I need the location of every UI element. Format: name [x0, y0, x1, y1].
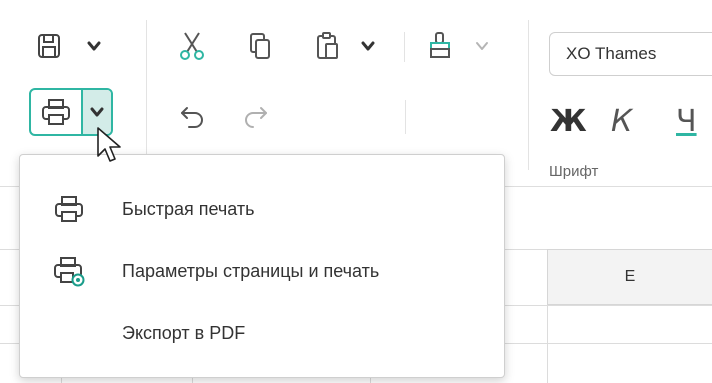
- save-dropdown-button[interactable]: [82, 30, 106, 62]
- printer-icon: [42, 99, 70, 125]
- font-name-value: XO Thames: [566, 44, 657, 63]
- printer-settings-icon: [51, 253, 87, 289]
- undo-button[interactable]: [176, 100, 208, 132]
- separator: [404, 32, 405, 62]
- menu-item-label: Экспорт в PDF: [122, 322, 246, 343]
- copy-button[interactable]: [244, 30, 276, 62]
- group-separator: [146, 20, 147, 170]
- menu-item-export-pdf[interactable]: Экспорт в PDF: [20, 302, 504, 364]
- grid-line: [547, 305, 548, 383]
- scissors-icon: [180, 32, 204, 60]
- font-group-label: Шрифт: [549, 163, 599, 180]
- format-painter-button[interactable]: [425, 30, 457, 62]
- cut-button[interactable]: [176, 30, 208, 62]
- redo-button[interactable]: [240, 100, 272, 132]
- printer-icon: [51, 191, 87, 227]
- paint-brush-icon: [430, 32, 450, 58]
- paste-dropdown-button[interactable]: [356, 30, 380, 62]
- app-window: XO Thames Ж К Ч Шрифт E Быстрая печать П…: [0, 0, 712, 383]
- clipboard-icon: [317, 32, 338, 59]
- column-header-e[interactable]: E: [547, 249, 712, 305]
- font-name-input[interactable]: XO Thames: [549, 32, 712, 76]
- print-menu: Быстрая печать Параметры страницы и печа…: [19, 154, 505, 378]
- menu-item-page-setup-print[interactable]: Параметры страницы и печать: [20, 240, 504, 302]
- floppy-disk-icon: [38, 34, 60, 58]
- chevron-down-icon: [476, 42, 488, 50]
- undo-icon: [181, 107, 203, 128]
- format-painter-dropdown[interactable]: [470, 30, 494, 62]
- menu-item-label: Параметры страницы и печать: [122, 260, 380, 281]
- redo-icon: [245, 107, 267, 128]
- menu-item-quick-print[interactable]: Быстрая печать: [20, 178, 504, 240]
- bold-button[interactable]: Ж: [550, 104, 587, 139]
- underline-button[interactable]: Ч: [676, 104, 697, 139]
- menu-item-label: Быстрая печать: [122, 198, 255, 219]
- print-button[interactable]: [31, 90, 81, 134]
- column-header-label: E: [624, 268, 636, 285]
- copy-icon: [250, 33, 270, 59]
- paste-button[interactable]: [312, 30, 344, 62]
- save-button[interactable]: [33, 30, 65, 62]
- separator: [405, 100, 406, 134]
- chevron-down-icon: [87, 41, 101, 51]
- chevron-down-icon: [90, 107, 104, 117]
- chevron-down-icon: [361, 41, 375, 51]
- group-separator: [528, 20, 529, 170]
- italic-button[interactable]: К: [611, 104, 632, 139]
- mouse-pointer-icon: [97, 127, 121, 162]
